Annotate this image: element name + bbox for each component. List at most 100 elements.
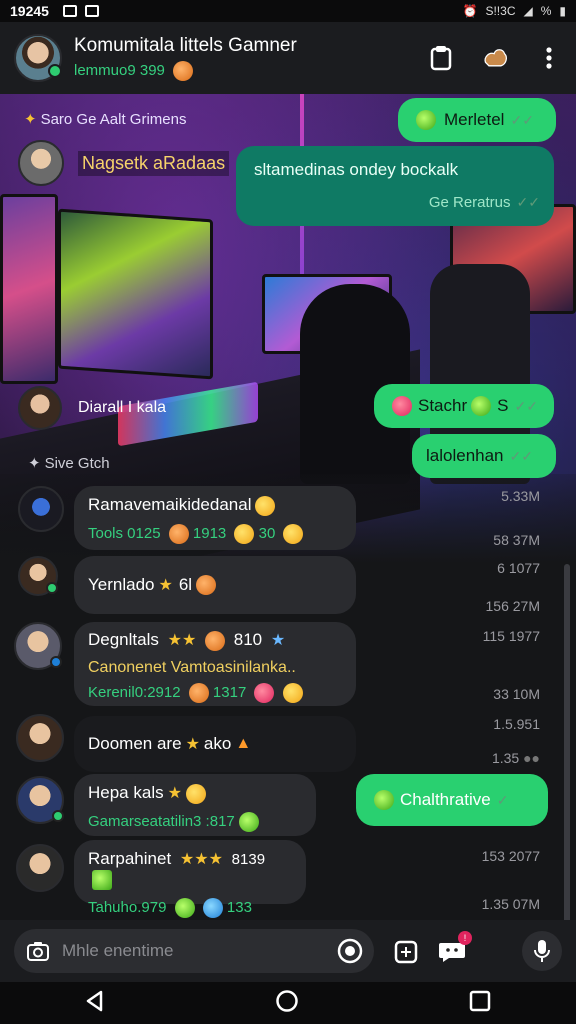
timestamp: 115 1977 <box>482 628 540 644</box>
microphone-icon[interactable] <box>522 931 562 971</box>
online-indicator <box>52 810 64 822</box>
status-signal-text: S!!3C <box>485 4 516 18</box>
read-check-icon: ✓✓ <box>510 111 534 128</box>
sender-avatar[interactable] <box>18 486 64 532</box>
emoji-icon <box>202 897 223 918</box>
emoji-icon <box>205 630 226 651</box>
message-text-row: Ramavemaikidedanal <box>88 495 342 516</box>
sparkle-icon: ✦ <box>24 111 37 128</box>
timestamp: 6 1077 <box>497 560 540 576</box>
message-text: Stachr <box>418 396 468 415</box>
sender-avatar[interactable] <box>18 140 64 186</box>
emoji-icon <box>173 61 194 81</box>
read-check-icon: ✓✓ <box>516 194 540 210</box>
sender-row[interactable]: Nagsetk aRadaas <box>18 140 230 186</box>
message-bubble-outgoing[interactable]: Merletel ✓✓ <box>398 98 556 142</box>
section-label-text: Sive Gtch <box>44 454 110 472</box>
sender-avatar[interactable] <box>14 622 62 670</box>
online-indicator <box>46 582 58 594</box>
message-input[interactable] <box>62 941 326 961</box>
group-avatar[interactable] <box>14 34 62 82</box>
camera-icon[interactable] <box>24 937 52 965</box>
smile-emoji-icon <box>416 110 436 130</box>
timestamp: 1.5.951 <box>493 716 540 732</box>
star-icon: ★★ <box>167 632 197 649</box>
sender-avatar[interactable] <box>16 714 64 762</box>
message-bubble-incoming[interactable]: Yernlado ★ 6l <box>74 556 356 614</box>
emoji-icon <box>254 682 275 703</box>
status-indicator <box>50 656 62 668</box>
message-meta: Kerenil0:2912 1317 <box>88 682 342 703</box>
message-bubble-incoming[interactable]: Degnltals ★★ 810 ★ Canonenet Vamtoasinil… <box>74 622 356 706</box>
bg-label-text: Saro Ge Aalt Grimens <box>40 110 187 128</box>
system-nav-bar <box>0 982 576 1024</box>
star-icon: ★ <box>167 785 182 802</box>
chat-subtitle: lemmuo9 399 <box>74 61 297 81</box>
message-bubble-outgoing[interactable]: sltamedinas ondey bockalk Ge Reratrus ✓✓ <box>236 146 554 226</box>
star-icon: ★ <box>270 632 286 649</box>
timestamp: 156 27M <box>485 598 540 614</box>
emoji-icon <box>185 783 206 804</box>
recents-icon[interactable] <box>469 990 491 1017</box>
sender-avatar[interactable] <box>16 844 64 892</box>
hand-icon[interactable] <box>482 45 508 71</box>
emoji-icon <box>92 869 112 890</box>
emoji-icon <box>234 523 255 544</box>
read-check-icon: ✓✓ <box>509 447 533 464</box>
status-right: ⏰ S!!3C ◢ % ▮ <box>463 4 566 18</box>
message-bubble-incoming[interactable]: Ramavemaikidedanal Tools 0125 1913 30 <box>74 486 356 550</box>
read-check-icon: ✓✓ <box>514 397 538 414</box>
notification-icon <box>62 5 77 17</box>
timestamp: 1.35 <box>491 750 520 766</box>
header-actions <box>428 45 562 71</box>
message-meta-text: Kerenil0:2912 <box>88 683 181 701</box>
message-bubble-outgoing[interactable]: lalolenhan ✓✓ <box>412 434 556 478</box>
message-meta-num: 1913 <box>192 524 227 542</box>
more-vert-icon[interactable] <box>536 45 562 71</box>
home-icon[interactable] <box>275 989 299 1018</box>
message-text: Ramavemaikidedanal <box>88 495 252 514</box>
emoji-icon <box>188 682 209 703</box>
message-suffix: ako <box>203 734 232 753</box>
message-text: Yernlado <box>88 575 155 594</box>
sender-avatar[interactable] <box>18 386 62 430</box>
sender-row[interactable]: Diarall I kala <box>18 386 166 430</box>
message-text-row: Rarpahinet ★★★ 8139 <box>88 849 292 890</box>
message-suffix: 8139 <box>231 851 266 868</box>
sender-avatar[interactable] <box>16 776 64 824</box>
timestamp: 153 2077 <box>481 848 540 864</box>
message-meta: Gamarseatatilin3 :817 <box>88 811 302 832</box>
scrollbar[interactable] <box>564 564 570 920</box>
message-input-container[interactable] <box>14 929 374 973</box>
message-text-row: Degnltals ★★ 810 ★ <box>88 630 342 651</box>
header-titles[interactable]: Komumitala littels Gamner lemmuo9 399 <box>74 35 297 81</box>
message-bubble-incoming[interactable]: Rarpahinet ★★★ 8139 Tahuho.979 133 <box>74 840 306 918</box>
message-bubble-incoming[interactable]: Doomen are ★ ako ▲ <box>74 716 356 772</box>
message-suffix: 810 <box>233 630 263 649</box>
message-meta-num: 30 <box>258 524 276 542</box>
message-meta-num: 1317 <box>212 683 247 701</box>
sticker-icon[interactable] <box>336 937 364 965</box>
battery-icon: ▮ <box>559 4 566 18</box>
emoji-icon <box>196 575 217 595</box>
message-text: Hepa kals <box>88 783 164 802</box>
star-icon: ★ <box>185 736 200 753</box>
status-left-icons <box>62 5 99 17</box>
message-bubble-outgoing[interactable]: Chalthrative ✓ <box>356 774 548 826</box>
clipboard-icon[interactable] <box>428 45 454 71</box>
emoji-icon <box>238 811 259 832</box>
back-icon[interactable] <box>85 990 105 1017</box>
emoji-icon: ●● <box>523 750 540 766</box>
message-bubble-outgoing[interactable]: Stachr S ✓✓ <box>374 384 554 428</box>
message-meta-text: Gamarseatatilin3 :817 <box>88 812 235 830</box>
chat-emoji-icon[interactable]: ! <box>438 931 472 965</box>
message-text: Chalthrative <box>400 790 491 809</box>
sender-avatar[interactable] <box>18 556 58 596</box>
attach-icon[interactable] <box>392 937 420 965</box>
status-bar: 19245 ⏰ S!!3C ◢ % ▮ <box>0 0 576 22</box>
chat-area[interactable]: ✦ Saro Ge Aalt Grimens Nagsetk aRadaas M… <box>0 94 576 920</box>
message-bubble-incoming[interactable]: Hepa kals ★ Gamarseatatilin3 :817 <box>74 774 316 836</box>
flame-icon: ▲ <box>235 735 252 752</box>
timestamp-row: 1.35 ●● <box>492 750 540 766</box>
star-icon: ★★★ <box>179 851 223 868</box>
